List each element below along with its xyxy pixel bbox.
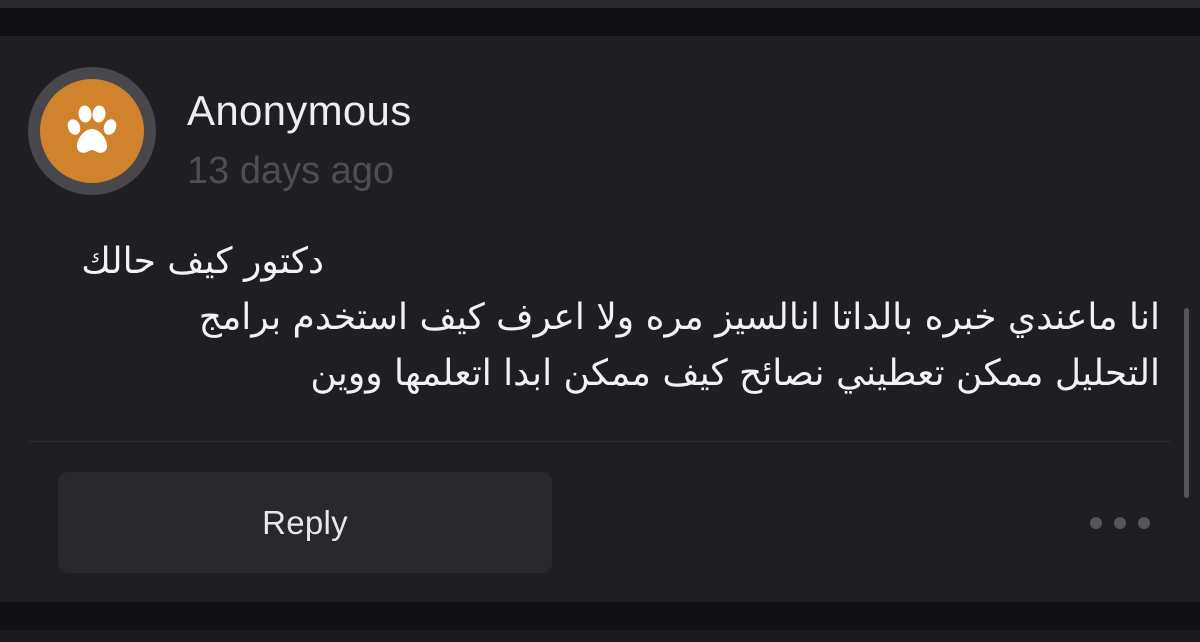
avatar[interactable] bbox=[28, 67, 156, 195]
message-line: دكتور كيف حالك bbox=[81, 241, 324, 282]
divider bbox=[28, 441, 1170, 442]
scrollbar[interactable] bbox=[1184, 308, 1189, 498]
previous-item-edge bbox=[0, 0, 1200, 8]
timestamp: 13 days ago bbox=[187, 150, 395, 192]
ellipsis-icon bbox=[1090, 517, 1102, 529]
message-line: انا ماعندي خبره بالداتا انالسيز مره ولا … bbox=[198, 297, 1160, 338]
next-item-edge bbox=[0, 630, 1200, 642]
message-line: التحليل ممكن تعطيني نصائح كيف ممكن ابدا … bbox=[310, 353, 1160, 394]
comment-body: دكتور كيف حالك انا ماعندي خبره بالداتا ا… bbox=[28, 234, 1160, 402]
ellipsis-icon bbox=[1138, 517, 1150, 529]
author-name[interactable]: Anonymous bbox=[187, 86, 412, 136]
reply-button[interactable]: Reply bbox=[58, 472, 552, 573]
more-options-button[interactable] bbox=[1090, 508, 1150, 538]
reply-label: Reply bbox=[262, 503, 348, 541]
ellipsis-icon bbox=[1114, 517, 1126, 529]
comment-card: Anonymous 13 days ago دكتور كيف حالك انا… bbox=[0, 36, 1200, 602]
avatar-circle bbox=[40, 79, 144, 183]
paw-icon bbox=[67, 105, 117, 153]
